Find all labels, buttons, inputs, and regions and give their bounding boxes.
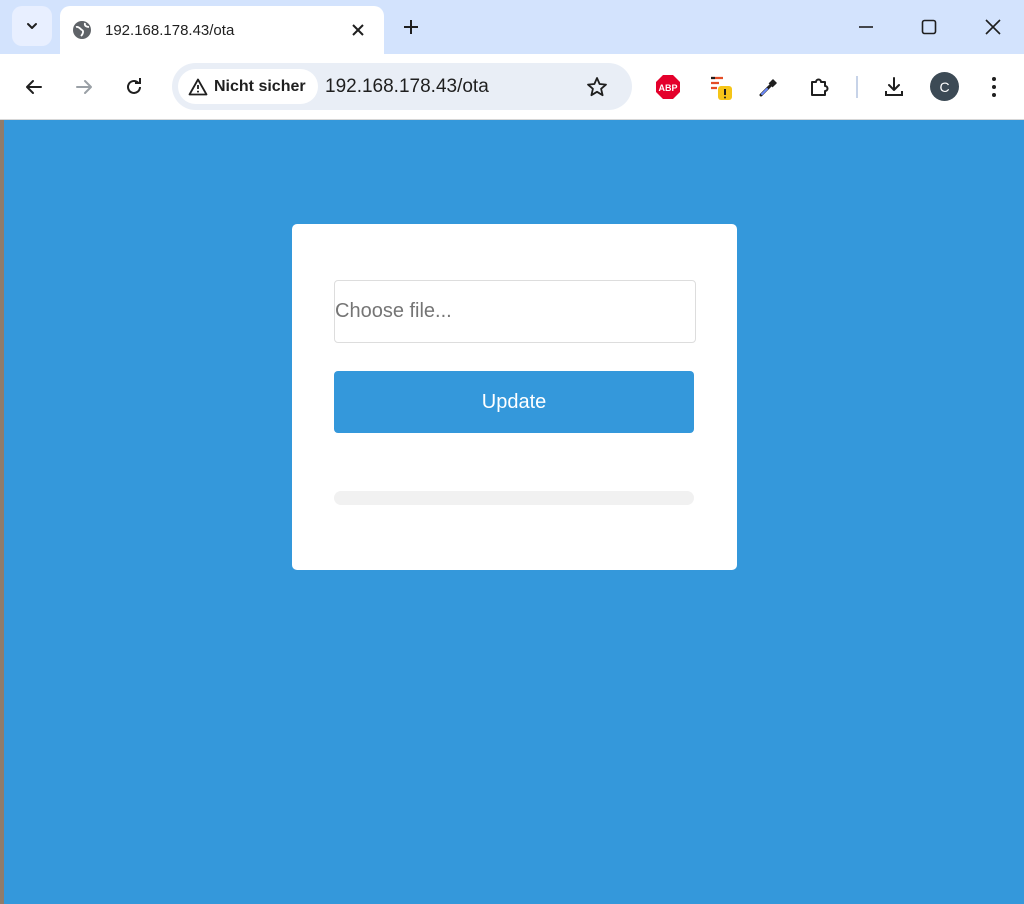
maximize-button[interactable] bbox=[914, 12, 944, 42]
security-chip[interactable]: Nicht sicher bbox=[178, 69, 318, 104]
minimize-icon bbox=[859, 26, 873, 28]
plus-icon bbox=[404, 20, 418, 34]
active-tab[interactable]: 192.168.178.43/ota bbox=[60, 6, 384, 54]
close-window-button[interactable] bbox=[978, 12, 1008, 42]
close-icon bbox=[352, 24, 364, 36]
more-vert-icon bbox=[992, 77, 996, 97]
extensions-button[interactable] bbox=[803, 71, 835, 103]
tab-search-button[interactable] bbox=[12, 6, 52, 46]
download-icon bbox=[885, 77, 903, 96]
update-button[interactable]: Update bbox=[334, 371, 694, 433]
eyedropper-icon bbox=[759, 79, 777, 97]
color-picker-button[interactable] bbox=[753, 71, 785, 103]
forward-button[interactable] bbox=[68, 71, 100, 103]
url-text[interactable]: 192.168.178.43/ota bbox=[325, 76, 489, 98]
adblock-plus-label: ABP bbox=[658, 83, 677, 93]
tab-title: 192.168.178.43/ota bbox=[105, 21, 235, 39]
progress-bar bbox=[334, 491, 694, 505]
new-tab-button[interactable] bbox=[396, 12, 426, 42]
downloads-button[interactable] bbox=[878, 71, 910, 103]
arrow-left-icon bbox=[26, 80, 42, 94]
reload-button[interactable] bbox=[118, 71, 150, 103]
arrow-right-icon bbox=[76, 80, 92, 94]
adblock-plus-button[interactable]: ABP bbox=[652, 71, 684, 103]
tab-close-button[interactable] bbox=[344, 16, 372, 44]
page-content: Choose file... Update bbox=[4, 120, 1024, 904]
browser-toolbar: Nicht sicher 192.168.178.43/ota ABP C bbox=[0, 54, 1024, 120]
close-icon bbox=[985, 19, 1001, 35]
menu-button[interactable] bbox=[978, 71, 1010, 103]
star-icon bbox=[587, 77, 607, 97]
extension-warning-icon bbox=[711, 76, 732, 100]
globe-icon bbox=[72, 20, 92, 40]
maximize-icon bbox=[921, 19, 937, 35]
bookmark-button[interactable] bbox=[582, 72, 612, 102]
ota-card: Choose file... Update bbox=[292, 224, 737, 570]
chevron-down-icon bbox=[27, 23, 37, 29]
adblock-plus-icon: ABP bbox=[656, 75, 680, 99]
warning-icon bbox=[188, 78, 208, 95]
toolbar-separator bbox=[856, 76, 858, 98]
minimize-button[interactable] bbox=[851, 12, 881, 42]
reload-icon bbox=[127, 78, 141, 94]
file-input[interactable]: Choose file... bbox=[334, 280, 696, 343]
puzzle-icon bbox=[811, 78, 829, 96]
back-button[interactable] bbox=[18, 71, 50, 103]
extension-list-button[interactable] bbox=[704, 71, 736, 103]
address-bar[interactable]: Nicht sicher 192.168.178.43/ota bbox=[172, 63, 632, 110]
profile-avatar[interactable]: C bbox=[930, 72, 959, 101]
security-label: Nicht sicher bbox=[214, 77, 306, 95]
tab-strip: 192.168.178.43/ota bbox=[0, 0, 1024, 54]
